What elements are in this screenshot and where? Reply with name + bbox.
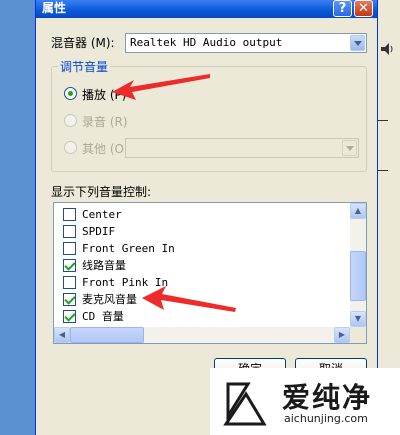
scroll-thumb[interactable]: [70, 327, 144, 343]
chevron-right-icon: ▶: [338, 330, 346, 339]
watermark-en: aichunjing.com: [284, 412, 368, 425]
list-item[interactable]: CD 音量: [60, 308, 340, 325]
horizontal-scrollbar[interactable]: ◀ ▶: [54, 327, 350, 343]
list-item[interactable]: Front Pink In: [60, 274, 340, 291]
logo-mark-icon: [223, 382, 267, 426]
mixer-select[interactable]: Realtek HD Audio output: [125, 33, 367, 53]
other-device-select[interactable]: [125, 138, 359, 158]
list-item-label: SPDIF: [82, 225, 116, 238]
chevron-left-icon: ◀: [58, 330, 66, 339]
list-item[interactable]: 线路音量: [60, 257, 340, 274]
chevron-down-icon: ▼: [354, 314, 362, 323]
checkbox[interactable]: [63, 208, 76, 221]
radio-recording-label[interactable]: 录音 (R): [82, 113, 128, 130]
watermark-logo: 爱纯净 aichunjing.com: [210, 368, 400, 435]
scroll-thumb[interactable]: [350, 251, 366, 301]
slider-tick: [378, 120, 388, 121]
radio-playback-label[interactable]: 播放 (P): [82, 86, 126, 103]
volume-group-title: 调节音量: [58, 58, 111, 75]
mixer-label: 混音器 (M):: [51, 36, 115, 50]
volume-control-list[interactable]: Center SPDIF Front Green In 线路音量 Front P…: [53, 202, 367, 344]
chevron-down-icon[interactable]: [350, 35, 365, 51]
list-item-label: CD 音量: [82, 310, 124, 323]
list-item-label: Front Pink In: [82, 276, 169, 289]
checkbox[interactable]: [63, 225, 76, 238]
checkbox[interactable]: [63, 293, 76, 306]
title-bar: 属性 ? ✕: [36, 0, 377, 18]
checkbox[interactable]: [63, 276, 76, 289]
help-button[interactable]: ?: [333, 0, 352, 17]
list-item[interactable]: Center: [60, 206, 340, 223]
list-item-label: 麦克风音量: [82, 293, 137, 306]
list-item[interactable]: 麦克风音量: [60, 291, 340, 308]
radio-other-label[interactable]: 其他 (O): [82, 140, 129, 157]
list-item[interactable]: Front Green In: [60, 240, 340, 257]
speaker-icon: [381, 43, 393, 55]
close-button[interactable]: ✕: [354, 0, 373, 17]
slider-tick: [378, 170, 388, 171]
radio-recording[interactable]: [64, 114, 77, 127]
mixer-value: Realtek HD Audio output: [130, 36, 283, 49]
radio-other[interactable]: [64, 141, 77, 154]
chevron-up-icon: ▲: [354, 206, 362, 215]
list-item[interactable]: SPDIF: [60, 223, 340, 240]
checkbox[interactable]: [63, 310, 76, 323]
list-item-label: Front Green In: [82, 242, 175, 255]
checkbox[interactable]: [63, 242, 76, 255]
list-item-label: 线路音量: [82, 259, 126, 272]
watermark-cn: 爱纯净: [282, 381, 373, 414]
dialog-title: 属性: [42, 1, 67, 15]
radio-playback[interactable]: [64, 87, 77, 100]
scroll-left-button[interactable]: ◀: [54, 327, 70, 343]
checkbox[interactable]: [63, 259, 76, 272]
controls-label: 显示下列音量控制:: [51, 185, 152, 199]
scroll-up-button[interactable]: ▲: [350, 203, 366, 219]
scroll-down-button[interactable]: ▼: [350, 311, 366, 327]
chevron-down-icon[interactable]: [342, 140, 357, 156]
list-item-label: Center: [82, 208, 122, 221]
scroll-right-button[interactable]: ▶: [334, 327, 350, 343]
vertical-scrollbar[interactable]: ▲ ▼: [350, 203, 366, 327]
scroll-corner: [350, 327, 366, 343]
